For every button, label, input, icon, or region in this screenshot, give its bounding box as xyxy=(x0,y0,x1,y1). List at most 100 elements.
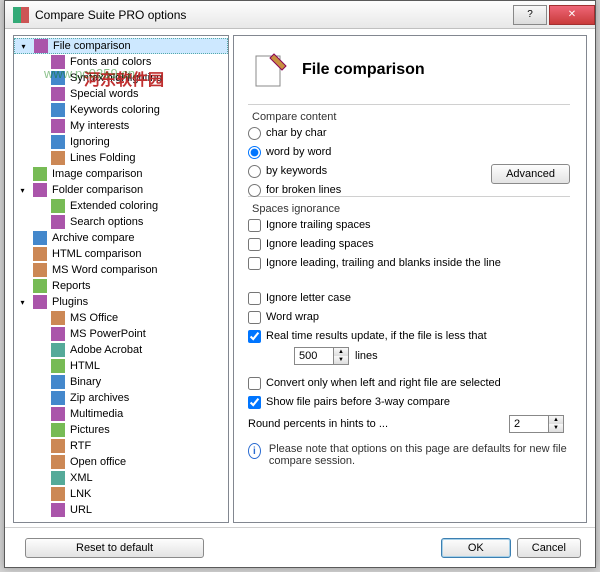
convert-only-checkbox[interactable] xyxy=(248,377,261,390)
realtime-lines-input[interactable] xyxy=(295,348,333,364)
tree-item[interactable]: Extended coloring xyxy=(14,198,228,214)
compare-mode-radio[interactable] xyxy=(248,184,261,197)
radio-label: for broken lines xyxy=(266,184,341,196)
radio-label: word by word xyxy=(266,146,331,158)
expand-icon[interactable]: ▾ xyxy=(19,42,28,51)
word-wrap-checkbox[interactable] xyxy=(248,311,261,324)
tree-item[interactable]: ▾Plugins xyxy=(14,294,228,310)
tree-item[interactable]: Adobe Acrobat xyxy=(14,342,228,358)
tree-item-icon xyxy=(50,406,66,422)
checkbox-label: Ignore leading spaces xyxy=(266,238,374,250)
tree-item[interactable]: Image comparison xyxy=(14,166,228,182)
tree-item[interactable]: My interests xyxy=(14,118,228,134)
window-title: Compare Suite PRO options xyxy=(35,8,186,22)
tree-item[interactable]: MS Word comparison xyxy=(14,262,228,278)
tree-item-label: Binary xyxy=(70,376,101,388)
tree-item[interactable]: HTML xyxy=(14,358,228,374)
tree-item[interactable]: MS Office xyxy=(14,310,228,326)
advanced-button[interactable]: Advanced xyxy=(491,164,570,184)
tree-item-label: Archive compare xyxy=(52,232,135,244)
tree-item[interactable]: MS PowerPoint xyxy=(14,326,228,342)
tree-item-icon xyxy=(50,326,66,342)
page-title: File comparison xyxy=(302,61,425,79)
tree-item[interactable]: Multimedia xyxy=(14,406,228,422)
compare-mode-radio[interactable] xyxy=(248,165,261,178)
tree-item[interactable]: Zip archives xyxy=(14,390,228,406)
settings-pane: File comparison Compare content char by … xyxy=(233,35,587,523)
word-wrap-label: Word wrap xyxy=(266,311,319,323)
tree-item-icon xyxy=(50,390,66,406)
tree-item-label: MS PowerPoint xyxy=(70,328,146,340)
expand-icon[interactable]: ▾ xyxy=(18,186,27,195)
tree-item[interactable]: Reports xyxy=(14,278,228,294)
round-label: Round percents in hints to ... xyxy=(248,418,388,430)
tree-item-icon xyxy=(32,278,48,294)
tree-item-icon xyxy=(50,486,66,502)
compare-mode-radio[interactable] xyxy=(248,146,261,159)
tree-item[interactable]: LNK xyxy=(14,486,228,502)
spaces-checkbox[interactable] xyxy=(248,257,261,270)
tree-item[interactable]: HTML comparison xyxy=(14,246,228,262)
tree-item-label: Syntax highlighting xyxy=(70,72,162,84)
spin-down-icon[interactable]: ▼ xyxy=(334,356,348,364)
tree-item[interactable]: XML xyxy=(14,470,228,486)
close-button[interactable]: ✕ xyxy=(549,5,595,25)
options-tree[interactable]: 河东软件园 www.pc0359.cn ▾File comparisonFont… xyxy=(13,35,229,523)
tree-item-label: XML xyxy=(70,472,93,484)
tree-item-label: MS Word comparison xyxy=(52,264,158,276)
radio-label: char by char xyxy=(266,127,327,139)
reset-button[interactable]: Reset to default xyxy=(25,538,204,558)
tree-item[interactable]: Special words xyxy=(14,86,228,102)
round-spinner[interactable]: ▲▼ xyxy=(509,415,564,433)
expand-icon[interactable]: ▾ xyxy=(18,298,27,307)
tree-item[interactable]: ▾Folder comparison xyxy=(14,182,228,198)
compare-mode-radio[interactable] xyxy=(248,127,261,140)
realtime-checkbox[interactable] xyxy=(248,330,261,343)
ok-button[interactable]: OK xyxy=(441,538,511,558)
tree-item-icon xyxy=(50,118,66,134)
tree-item-label: MS Office xyxy=(70,312,118,324)
tree-item[interactable]: Open office xyxy=(14,454,228,470)
tree-item-label: RTF xyxy=(70,440,91,452)
tree-item-icon xyxy=(33,38,49,54)
tree-item[interactable]: Fonts and colors xyxy=(14,54,228,70)
tree-item[interactable]: Ignoring xyxy=(14,134,228,150)
tree-item-label: Fonts and colors xyxy=(70,56,151,68)
tree-item[interactable]: URL xyxy=(14,502,228,518)
help-button[interactable]: ? xyxy=(513,5,547,25)
realtime-lines-spinner[interactable]: ▲▼ xyxy=(294,347,349,365)
tree-item-label: Zip archives xyxy=(70,392,129,404)
tree-item[interactable]: Keywords coloring xyxy=(14,102,228,118)
show-pairs-label: Show file pairs before 3-way compare xyxy=(266,396,450,408)
spin-down-icon[interactable]: ▼ xyxy=(549,424,563,432)
ignore-case-checkbox[interactable] xyxy=(248,292,261,305)
show-pairs-checkbox[interactable] xyxy=(248,396,261,409)
tree-item[interactable]: ▾File comparison xyxy=(14,38,228,54)
tree-item[interactable]: RTF xyxy=(14,438,228,454)
tree-item-label: Image comparison xyxy=(52,168,143,180)
spaces-checkbox[interactable] xyxy=(248,219,261,232)
spaces-checkbox[interactable] xyxy=(248,238,261,251)
tree-item-label: Search options xyxy=(70,216,143,228)
tree-item[interactable]: Pictures xyxy=(14,422,228,438)
tree-item-label: Reports xyxy=(52,280,91,292)
tree-item[interactable]: Archive compare xyxy=(14,230,228,246)
tree-item-icon xyxy=(50,70,66,86)
tree-item-icon xyxy=(50,358,66,374)
tree-item[interactable]: Search options xyxy=(14,214,228,230)
tree-item-icon xyxy=(32,262,48,278)
radio-label: by keywords xyxy=(266,165,327,177)
tree-item-icon xyxy=(50,502,66,518)
round-input[interactable] xyxy=(510,416,548,432)
spin-up-icon[interactable]: ▲ xyxy=(549,416,563,424)
tree-item[interactable]: Lines Folding xyxy=(14,150,228,166)
tree-item-icon xyxy=(50,438,66,454)
cancel-button[interactable]: Cancel xyxy=(517,538,581,558)
tree-item-label: Adobe Acrobat xyxy=(70,344,142,356)
ignore-case-label: Ignore letter case xyxy=(266,292,351,304)
tree-item-label: Extended coloring xyxy=(70,200,158,212)
tree-item[interactable]: Syntax highlighting xyxy=(14,70,228,86)
spin-up-icon[interactable]: ▲ xyxy=(334,348,348,356)
tree-item-label: My interests xyxy=(70,120,129,132)
tree-item[interactable]: Binary xyxy=(14,374,228,390)
